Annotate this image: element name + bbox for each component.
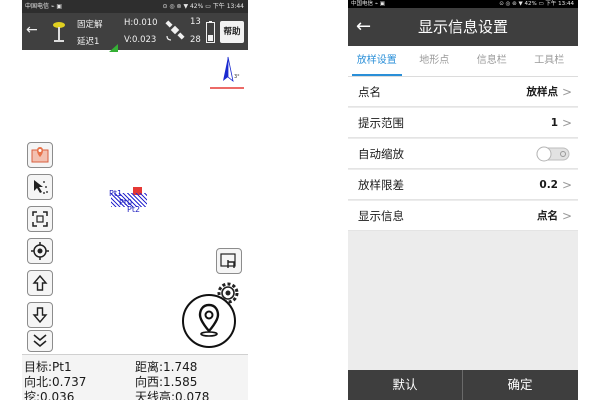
setting-label: 点名 — [358, 85, 381, 99]
crosshair-icon — [31, 242, 49, 260]
status-right: ⊙ ◎ ⊚ ▼ 42% ▭ 下午 13:44 — [162, 3, 244, 10]
h-precision: H:0.010 — [124, 18, 158, 28]
double-chevron-down-icon — [33, 334, 47, 348]
title-bar: ← 显示信息设置 — [348, 8, 578, 46]
collapse-toolbar-button[interactable] — [27, 330, 53, 352]
point-tool-button[interactable] — [27, 174, 53, 200]
tab-info-bar[interactable]: 信息栏 — [463, 46, 521, 76]
status-bar: 中国电信 ⌁ ▣ ⊙ ◎ ⊚ ▼ 42% ▭ 下午 13:44 — [22, 0, 248, 13]
status-bar: 中国电信 ⌁ ▣ ⊙ ◎ ⊚ ▼ 42% ▭ 下午 13:44 — [348, 0, 578, 8]
setting-value: 点名 — [537, 210, 558, 222]
setting-label: 自动缩放 — [358, 147, 404, 161]
point-label: Pt2 — [127, 205, 141, 214]
status-right: ⊙ ◎ ⊚ ▼ 42% ▭ 下午 13:44 — [499, 1, 574, 7]
v-precision: V:0.023 — [124, 35, 157, 45]
map-marker-icon — [31, 147, 49, 163]
location-pin-icon — [182, 294, 236, 348]
page-title: 显示信息设置 — [417, 18, 508, 36]
next-point-button[interactable] — [27, 302, 53, 328]
setting-row-prompt-range[interactable]: 提示范围 1 > — [348, 108, 578, 138]
satellites-tracked: 13 — [190, 17, 201, 27]
default-button[interactable]: 默认 — [348, 370, 462, 400]
setting-row-stakeout-tolerance[interactable]: 放样限差 0.2 > — [348, 170, 578, 200]
active-tab-indicator — [352, 74, 402, 76]
gps-status-bar: ← 固定解 延迟1 H:0.010 V:0.023 13 28 帮助 — [22, 13, 248, 52]
setting-row-display-info[interactable]: 显示信息 点名 > — [348, 201, 578, 231]
setting-label: 显示信息 — [358, 209, 404, 223]
auto-zoom-toggle[interactable] — [536, 146, 570, 166]
setting-row-auto-zoom: 自动缩放 — [348, 139, 578, 169]
chevron-right-icon: > — [561, 209, 572, 223]
rover-antenna-icon[interactable] — [52, 21, 66, 47]
chevron-right-icon: > — [561, 85, 572, 99]
hand-touch-icon — [220, 253, 236, 268]
tab-terrain-points[interactable]: 地形点 — [406, 46, 464, 76]
epoch-label: 延迟1 — [77, 37, 100, 47]
stakeout-mode-button[interactable] — [216, 248, 242, 274]
stakeout-location-button[interactable] — [181, 293, 237, 353]
setting-value: 1 — [550, 117, 558, 129]
zoom-extent-button[interactable] — [27, 206, 53, 232]
map-canvas[interactable]: 3° Pt1 Pt0 Pt2 — [22, 50, 248, 354]
locate-button[interactable] — [27, 238, 53, 264]
arrow-up-icon — [32, 274, 48, 291]
point-label: Pt1 — [109, 189, 123, 198]
tab-toolbar[interactable]: 工具栏 — [521, 46, 579, 76]
arrow-down-icon — [32, 307, 48, 324]
north-arrow-icon — [210, 55, 246, 97]
fix-status: 固定解 — [77, 20, 103, 30]
settings-tabs: 放样设置 地形点 信息栏 工具栏 — [348, 46, 578, 77]
previous-point-button[interactable] — [27, 270, 53, 296]
dig-value: 挖:0.036 — [24, 390, 75, 400]
status-left: 中国电信 ⌁ ▣ — [25, 3, 63, 10]
display-settings-screen: 中国电信 ⌁ ▣ ⊙ ◎ ⊚ ▼ 42% ▭ 下午 13:44 ← 显示信息设置… — [348, 0, 578, 400]
tab-stakeout-settings[interactable]: 放样设置 — [348, 46, 406, 76]
map-layer-button[interactable] — [27, 142, 53, 168]
setting-label: 放样限差 — [358, 178, 404, 192]
stakeout-info-panel: 目标:Pt1 距离:1.748 向北:0.737 向西:1.585 挖:0.03… — [22, 354, 248, 400]
compass-angle: 3° — [234, 74, 240, 80]
confirm-button[interactable]: 确定 — [463, 370, 577, 400]
setting-row-point-name[interactable]: 点名 放样点 > — [348, 77, 578, 107]
survey-map-screen: 中国电信 ⌁ ▣ ⊙ ◎ ⊚ ▼ 42% ▭ 下午 13:44 ← 固定解 延迟… — [22, 0, 248, 400]
help-button[interactable]: 帮助 — [220, 21, 244, 43]
setting-value: 0.2 — [539, 179, 558, 191]
cursor-points-icon — [34, 180, 48, 194]
satellites-visible: 28 — [190, 35, 201, 45]
footer-bar: 默认 确定 — [348, 370, 578, 400]
setting-value: 放样点 — [526, 86, 559, 98]
satellite-icon[interactable] — [165, 20, 185, 46]
chevron-right-icon: > — [561, 178, 572, 192]
back-arrow-icon[interactable]: ← — [26, 22, 38, 38]
battery-icon — [206, 21, 215, 47]
setting-label: 提示范围 — [358, 116, 404, 130]
stakeout-points[interactable]: Pt1 Pt0 Pt2 — [107, 183, 152, 218]
status-left: 中国电信 ⌁ ▣ — [351, 1, 386, 7]
antenna-height: 天线高:0.078 — [135, 390, 210, 400]
fit-extent-icon — [32, 211, 48, 227]
chevron-right-icon: > — [561, 116, 572, 130]
